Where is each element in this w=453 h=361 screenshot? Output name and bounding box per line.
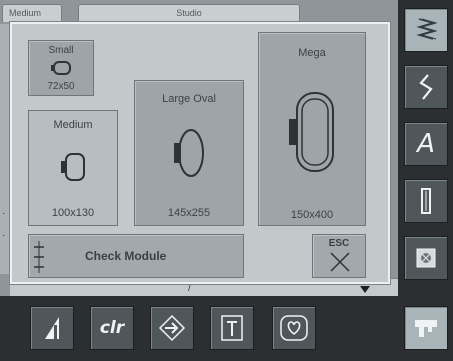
close-icon [330,252,350,272]
practical-stitch-button[interactable] [404,65,448,109]
hoop-selection-dialog: Small 72x50 Medium 100x130 Large Oval 14… [10,22,390,284]
needle-stop-button[interactable] [30,306,74,350]
machine-setup-icon [415,320,437,337]
move-button[interactable] [150,306,194,350]
clear-button[interactable]: clr [90,306,134,350]
large-oval-hoop-icon [174,129,204,177]
hoop-large-oval-button[interactable]: Large Oval 145x255 [134,80,244,226]
hoop-medium-button[interactable]: Medium 100x130 [28,110,118,226]
small-hoop-icon [51,61,71,75]
hoop-mega-button[interactable]: Mega 150x400 [258,32,366,226]
esc-label: ESC [328,238,350,249]
text-frame-icon [221,315,243,341]
needle-stop-icon [45,317,59,339]
alphabet-button[interactable]: A [404,122,448,166]
alphabet-icon: A [417,129,435,159]
hoop-size: 72x50 [47,81,75,92]
heart-icon [280,315,308,341]
zigzag-stitch-button[interactable] [404,8,448,52]
touch-screen: · · Medium Studio / Small 72x50 Medium 1… [0,0,398,296]
hoop-size: 145x255 [167,207,211,219]
practical-stitch-icon [419,74,433,100]
buttonhole-icon [421,188,431,214]
background-left-mark: · [2,208,6,219]
zigzag-stitch-icon [416,18,437,40]
mega-hoop-icon [289,92,334,172]
hoop-small-button[interactable]: Small 72x50 [28,40,94,96]
medium-hoop-icon [61,153,85,181]
side-button-bar: A [398,0,453,361]
background-left-mark: · [2,230,6,241]
buttonhole-button[interactable] [404,179,448,223]
check-module-label: Check Module [85,249,167,263]
embroidery-icon [416,248,436,268]
check-module-button[interactable]: Check Module [28,234,244,278]
hoop-name: Large Oval [162,93,216,105]
text-frame-button[interactable] [210,306,254,350]
hoop-name: Small [48,45,74,56]
hoop-size: 100x130 [51,207,95,219]
embroidery-button[interactable] [404,236,448,280]
background-tab-middle: Studio [78,4,300,22]
clear-icon: clr [99,318,125,338]
move-icon [158,314,186,342]
hoop-size: 150x400 [290,209,334,221]
machine-setup-button[interactable] [404,306,448,350]
scroll-down-icon[interactable] [360,286,370,293]
bottom-button-bar: clr [0,296,398,361]
hoop-name: Mega [298,47,326,59]
esc-button[interactable]: ESC [312,234,366,278]
background-tab-left: Medium [2,4,62,22]
hoop-name: Medium [53,119,93,131]
module-plus-minus-icon [34,241,44,273]
favorites-button[interactable] [272,306,316,350]
